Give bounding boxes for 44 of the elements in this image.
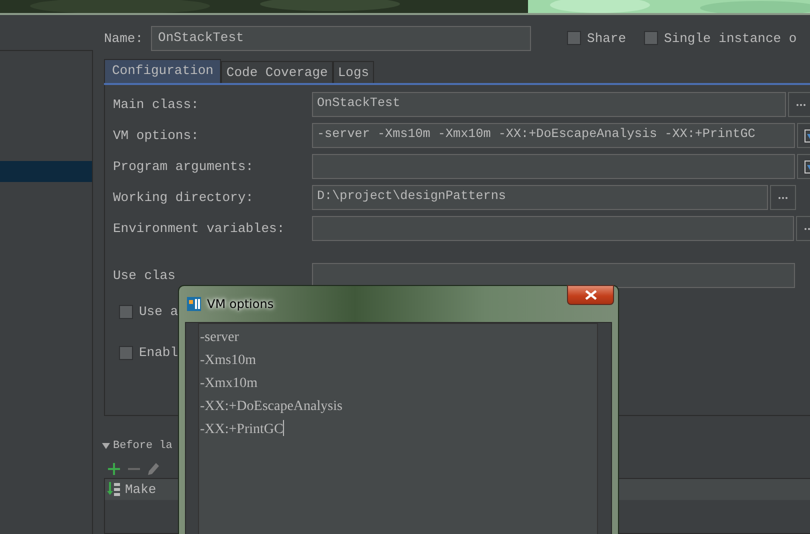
field-label: Use clas bbox=[113, 268, 176, 283]
browse-button[interactable] bbox=[770, 185, 796, 210]
build-icon bbox=[107, 482, 121, 498]
close-icon bbox=[584, 290, 596, 300]
option-line: -XX:+DoEscapeAnalysis bbox=[200, 398, 342, 416]
option-line: -XX:+PrintGC bbox=[200, 419, 284, 439]
tab[interactable]: Logs bbox=[332, 61, 374, 83]
name-field[interactable]: OnStackTest bbox=[151, 26, 532, 50]
text-field[interactable] bbox=[312, 216, 794, 241]
checkbox[interactable] bbox=[644, 31, 658, 45]
browse-button[interactable] bbox=[788, 92, 810, 117]
option-line: -Xmx10m bbox=[200, 375, 258, 393]
module-dropdown[interactable] bbox=[312, 263, 795, 288]
text-field[interactable] bbox=[312, 154, 795, 179]
text-field[interactable]: OnStackTest bbox=[312, 92, 786, 117]
field-label: Main class: bbox=[113, 97, 200, 112]
section-label[interactable]: Before la bbox=[113, 440, 172, 452]
text-area[interactable]: -server -Xms10m -Xmx10m -XX:+DoEscapeAnalysis -XX:+PrintGC bbox=[198, 323, 598, 534]
checkbox-label: Share bbox=[587, 30, 626, 46]
task-label[interactable]: Make bbox=[125, 482, 156, 497]
pencil-icon[interactable] bbox=[148, 463, 159, 475]
option-line: -Xms10m bbox=[200, 352, 256, 370]
app-icon bbox=[187, 297, 201, 311]
checkbox[interactable] bbox=[119, 304, 133, 318]
text-field[interactable]: D:\project\designPatterns bbox=[312, 185, 768, 210]
field-label: Working directory: bbox=[113, 190, 254, 205]
ellipsis-icon bbox=[778, 196, 788, 200]
checkbox-label: Enabl bbox=[139, 345, 178, 360]
checkbox-label: Use a bbox=[139, 304, 178, 319]
name-label: Name: bbox=[104, 30, 144, 46]
tab[interactable]: Configuration bbox=[104, 59, 222, 83]
tab[interactable]: Code Coverage bbox=[221, 61, 333, 83]
close-button[interactable] bbox=[567, 285, 614, 305]
option-line: -server bbox=[200, 329, 239, 347]
field-label: Program arguments: bbox=[113, 159, 254, 174]
dialog-title: VM options bbox=[207, 297, 274, 311]
field-label: Environment variables: bbox=[113, 221, 286, 236]
checkbox[interactable] bbox=[567, 31, 582, 45]
add-icon[interactable] bbox=[108, 463, 120, 475]
ellipsis-icon bbox=[796, 102, 806, 106]
text-field[interactable]: -server -Xms10m -Xmx10m -XX:+DoEscapeAnalysis -XX:+PrintGC bbox=[312, 123, 795, 148]
checkbox[interactable] bbox=[119, 346, 133, 360]
field-label: VM options: bbox=[113, 128, 200, 143]
checkbox-label: Single instance o bbox=[664, 30, 797, 46]
